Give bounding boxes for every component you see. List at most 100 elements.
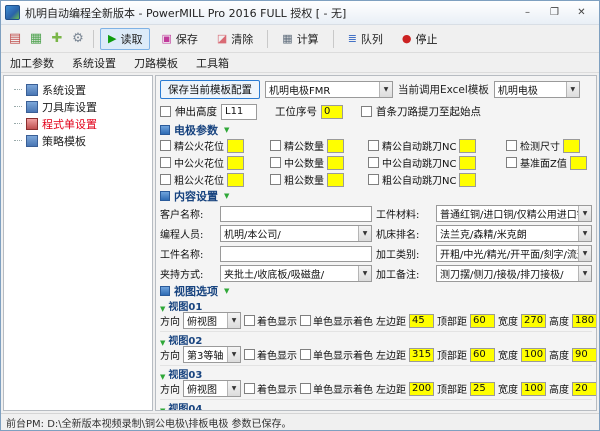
electrode-option[interactable]: 中公火花位	[160, 155, 270, 170]
machining-type-select[interactable]: 开粗/中光/精光/开平面/刻字/流道/	[436, 245, 592, 262]
electrode-option[interactable]: 粗公自动跳刀NC	[368, 172, 506, 187]
excel-template-select[interactable]: 机明电极	[494, 81, 580, 98]
electrode-option[interactable]: 精公数量	[270, 138, 368, 153]
save-template-config-button[interactable]: 保存当前模板配置	[160, 80, 260, 99]
workpiece-name-input[interactable]	[220, 246, 372, 262]
save-button[interactable]: ▣ 保存	[153, 28, 205, 50]
add-icon[interactable]: ✚	[48, 30, 66, 48]
checkbox[interactable]	[368, 157, 379, 168]
machining-note-select[interactable]: 测刀摆/侧刀/接极/排刀接极/	[436, 265, 592, 282]
electrode-section-header[interactable]: 电极参数	[160, 122, 592, 137]
checkbox[interactable]	[244, 315, 255, 326]
checkbox[interactable]	[160, 174, 171, 185]
view-direction-select[interactable]: 俯视图	[183, 380, 241, 397]
close-button[interactable]: ✕	[568, 4, 595, 22]
top-margin-input[interactable]	[470, 348, 495, 362]
checkbox[interactable]	[368, 174, 379, 185]
stop-button[interactable]: ● 停止	[394, 28, 446, 50]
extend-height-input[interactable]	[221, 104, 257, 120]
height-input[interactable]	[572, 348, 597, 362]
tree-item-tool-library[interactable]: 刀具库设置	[7, 98, 149, 115]
option-value-input[interactable]	[459, 156, 476, 170]
checkbox[interactable]	[244, 383, 255, 394]
programmer-select[interactable]: 机明/本公司/	[220, 225, 372, 242]
electrode-option[interactable]: 中公自动跳刀NC	[368, 155, 506, 170]
clear-button[interactable]: ◪ 清除	[209, 28, 261, 50]
option-value-input[interactable]	[227, 156, 244, 170]
maximize-button[interactable]: ❐	[541, 4, 568, 22]
tree-item-program-sheet-settings[interactable]: 程式单设置	[7, 115, 149, 132]
shaded-display-option[interactable]: 着色显示	[244, 347, 297, 362]
option-value-input[interactable]	[570, 156, 587, 170]
shaded-display-option[interactable]: 着色显示	[244, 313, 297, 328]
first-toolpath-retract-checkbox[interactable]	[361, 106, 372, 117]
option-value-input[interactable]	[227, 139, 244, 153]
left-margin-input[interactable]	[409, 314, 434, 328]
queue-button[interactable]: ≣ 队列	[340, 28, 391, 50]
checkbox[interactable]	[270, 157, 281, 168]
menu-item-system-settings[interactable]: 系统设置	[72, 55, 116, 71]
template-select[interactable]: 机明电极FMR	[265, 81, 393, 98]
checkbox[interactable]	[300, 349, 311, 360]
read-button[interactable]: ▶ 读取	[100, 28, 150, 50]
option-value-input[interactable]	[227, 173, 244, 187]
width-input[interactable]	[521, 314, 546, 328]
width-input[interactable]	[521, 348, 546, 362]
electrode-option[interactable]: 精公火花位	[160, 138, 270, 153]
mono-shaded-option[interactable]: 单色显示着色	[300, 347, 373, 362]
mono-shaded-option[interactable]: 单色显示着色	[300, 313, 373, 328]
checkbox[interactable]	[506, 140, 517, 151]
width-input[interactable]	[521, 382, 546, 396]
menu-item-machining-params[interactable]: 加工参数	[10, 55, 54, 71]
option-value-input[interactable]	[563, 139, 580, 153]
collapse-arrow-icon[interactable]	[160, 398, 165, 411]
option-value-input[interactable]	[459, 173, 476, 187]
shaded-display-option[interactable]: 着色显示	[244, 381, 297, 396]
views-section-header[interactable]: 视图选项	[160, 283, 592, 298]
clamping-method-select[interactable]: 夹批土/收底板/吸磁盘/	[220, 265, 372, 282]
left-margin-input[interactable]	[409, 348, 434, 362]
mono-shaded-option[interactable]: 单色显示着色	[300, 381, 373, 396]
height-input[interactable]	[572, 314, 597, 328]
content-section-header[interactable]: 内容设置	[160, 188, 592, 203]
option-value-input[interactable]	[327, 139, 344, 153]
checkbox[interactable]	[300, 315, 311, 326]
machine-rank-select[interactable]: 法兰克/森精/米克朗	[436, 225, 592, 242]
checkbox[interactable]	[300, 383, 311, 394]
option-value-input[interactable]	[327, 173, 344, 187]
electrode-option[interactable]: 中公数量	[270, 155, 368, 170]
tree-item-system-settings[interactable]: 系统设置	[7, 81, 149, 98]
view-direction-select[interactable]: 第3等轴	[183, 346, 241, 363]
settings-gear-icon[interactable]: ⚙	[69, 30, 87, 48]
checkbox[interactable]	[368, 140, 379, 151]
left-margin-input[interactable]	[409, 382, 434, 396]
checkbox[interactable]	[244, 349, 255, 360]
calculate-button[interactable]: ▦ 计算	[274, 28, 326, 50]
customer-name-input[interactable]	[220, 206, 372, 222]
electrode-option[interactable]: 粗公数量	[270, 172, 368, 187]
toolpath-icon[interactable]: ▦	[27, 30, 45, 48]
workpiece-material-select[interactable]: 普通红铜/进口铜/仅精公用进口铜	[436, 205, 592, 222]
electrode-option[interactable]: 基准面Z值	[506, 155, 592, 170]
electrode-option[interactable]: 粗公火花位	[160, 172, 270, 187]
checkbox[interactable]	[506, 157, 517, 168]
top-margin-input[interactable]	[470, 314, 495, 328]
minimize-button[interactable]: –	[514, 4, 541, 22]
menu-item-toolbox[interactable]: 工具箱	[196, 55, 229, 71]
top-margin-input[interactable]	[470, 382, 495, 396]
extend-height-checkbox[interactable]	[160, 106, 171, 117]
option-value-input[interactable]	[459, 139, 476, 153]
model-icon[interactable]: ▤	[6, 30, 24, 48]
menu-item-toolpath-template[interactable]: 刀路模板	[134, 55, 178, 71]
checkbox[interactable]	[160, 157, 171, 168]
option-value-input[interactable]	[327, 156, 344, 170]
station-number-input[interactable]	[321, 105, 343, 119]
tree-item-strategy-template[interactable]: 策略模板	[7, 132, 149, 149]
checkbox[interactable]	[270, 140, 281, 151]
electrode-option[interactable]: 精公自动跳刀NC	[368, 138, 506, 153]
height-input[interactable]	[572, 382, 597, 396]
electrode-option[interactable]: 检测尺寸	[506, 138, 592, 153]
checkbox[interactable]	[160, 140, 171, 151]
view-direction-select[interactable]: 俯视图	[183, 312, 241, 329]
checkbox[interactable]	[270, 174, 281, 185]
